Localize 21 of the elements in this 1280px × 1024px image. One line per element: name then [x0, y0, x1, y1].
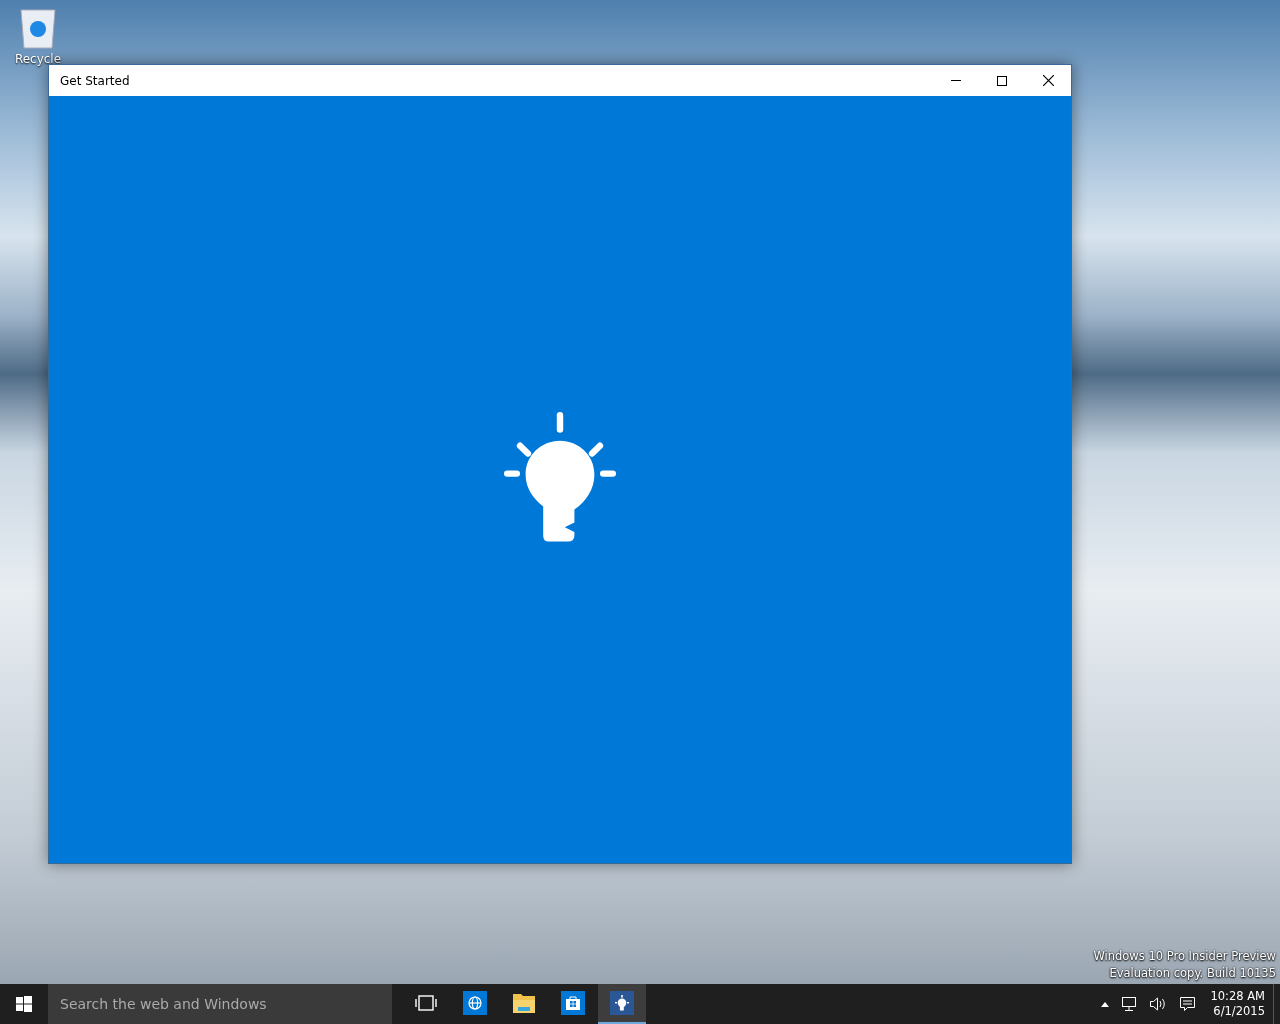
caret-up-icon: [1101, 1001, 1110, 1007]
clock-date[interactable]: 6/1/2015: [1213, 1004, 1265, 1019]
search-field[interactable]: Search the web and Windows: [48, 984, 392, 1024]
close-icon: [1042, 75, 1054, 86]
lightbulb-tile-icon: [610, 991, 634, 1015]
folder-icon: [512, 992, 536, 1014]
windows-logo-icon: [16, 996, 32, 1012]
build-info-text: Windows 10 Pro Insider Preview: [1093, 949, 1276, 963]
globe-icon: [463, 991, 487, 1015]
monitor-icon: [1121, 996, 1138, 1012]
recycle-bin-icon[interactable]: [19, 8, 57, 50]
build-info-text: Evaluation copy. Build 10135: [1109, 966, 1276, 980]
task-view-icon: [415, 995, 437, 1011]
speaker-icon: [1149, 996, 1168, 1012]
window-title: Get Started: [60, 73, 131, 88]
message-icon: [1179, 996, 1197, 1012]
store-bag-icon: [561, 991, 585, 1015]
clock-time[interactable]: 10:28 AM: [1210, 989, 1265, 1004]
maximize-icon: [997, 75, 1007, 86]
taskbar-app-button[interactable]: [598, 984, 646, 1024]
minimize-icon: [951, 80, 961, 81]
